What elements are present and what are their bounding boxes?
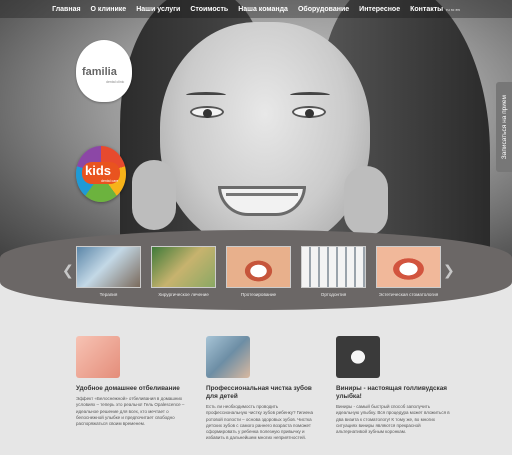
service-therapy[interactable]: Терапия <box>76 246 141 297</box>
hero-hand-left <box>132 160 176 230</box>
hero-brow-left <box>186 92 226 98</box>
service-prosthetics[interactable]: Протезирование <box>226 246 291 297</box>
nav-item-about[interactable]: О клинике <box>91 6 127 13</box>
card-text: Виниры - самый быстрый способ заполучить… <box>336 404 450 435</box>
service-aesthetics[interactable]: Эстетическая стоматология <box>376 246 441 297</box>
hero-face <box>160 22 370 252</box>
nav-item-home[interactable]: Главная <box>52 6 80 13</box>
chevron-left-icon[interactable]: ❮ <box>62 262 74 279</box>
service-surgery[interactable]: Хирургическое лечение <box>151 246 216 297</box>
hero-braces <box>226 193 298 196</box>
hero-eye-right <box>292 106 326 118</box>
news-cards: Удобное домашнее отбеливание Эффект «Бел… <box>76 336 450 442</box>
hero-eye-left <box>190 106 224 118</box>
nav-item-interesting[interactable]: Интересное <box>359 6 400 13</box>
services-gallery: Терапия Хирургическое лечение Протезиров… <box>76 246 441 297</box>
nav-item-prices[interactable]: Стоимость <box>190 6 228 13</box>
service-orthodontics-image <box>301 246 366 288</box>
hero-hand-right <box>344 166 388 236</box>
card-veneers-image[interactable] <box>336 336 380 378</box>
language-switch[interactable]: ru ro en <box>446 7 460 12</box>
card-title[interactable]: Профессиональная чистка зубов для детей <box>206 385 320 401</box>
card-home-whitening-image[interactable] <box>76 336 120 378</box>
appointment-tab-label: Записаться на прием <box>500 94 508 160</box>
service-therapy-image <box>76 246 141 288</box>
service-caption: Эстетическая стоматология <box>378 292 439 297</box>
kids-word: kids <box>85 163 112 178</box>
card-kids-cleaning: Профессиональная чистка зубов для детей … <box>206 336 320 442</box>
service-prosthetics-image <box>226 246 291 288</box>
familia-logo[interactable]: familia dental clinic <box>76 40 132 102</box>
service-orthodontics[interactable]: Ортодонтия <box>301 246 366 297</box>
service-caption: Ортодонтия <box>320 292 347 297</box>
hero-brow-right <box>290 92 330 98</box>
card-text: Эффект «Белоснежной» отбеливания в домаш… <box>76 396 185 427</box>
service-aesthetics-image <box>376 246 441 288</box>
nav-item-contacts[interactable]: Контакты <box>410 6 443 13</box>
service-caption: Хирургическое лечение <box>158 292 209 297</box>
service-surgery-image <box>151 246 216 288</box>
appointment-tab[interactable]: Записаться на прием <box>496 82 512 172</box>
card-veneers: Виниры - настоящая голливудская улыбка! … <box>336 336 450 442</box>
card-title[interactable]: Удобное домашнее отбеливание <box>76 385 190 393</box>
kids-subtitle: dental care <box>101 179 119 183</box>
hero-photo <box>0 0 512 262</box>
card-kids-cleaning-image[interactable] <box>206 336 250 378</box>
nav-item-equipment[interactable]: Оборудование <box>298 6 349 13</box>
card-home-whitening: Удобное домашнее отбеливание Эффект «Бел… <box>76 336 190 442</box>
nav-item-team[interactable]: Наша команда <box>238 6 288 13</box>
nav-item-services[interactable]: Наши услуги <box>136 6 180 13</box>
chevron-right-icon[interactable]: ❯ <box>443 262 455 279</box>
card-text: Есть ли необходимость проводить професси… <box>206 404 314 441</box>
service-caption: Терапия <box>99 292 118 297</box>
logo-subtitle: dental clinic <box>106 80 125 84</box>
kids-badge[interactable]: kids dental care <box>76 146 126 202</box>
service-caption: Протезирование <box>240 292 277 297</box>
main-nav: Главная О клинике Наши услуги Стоимость … <box>0 0 512 18</box>
logo-word: familia <box>82 66 117 78</box>
card-title[interactable]: Виниры - настоящая голливудская улыбка! <box>336 385 450 401</box>
